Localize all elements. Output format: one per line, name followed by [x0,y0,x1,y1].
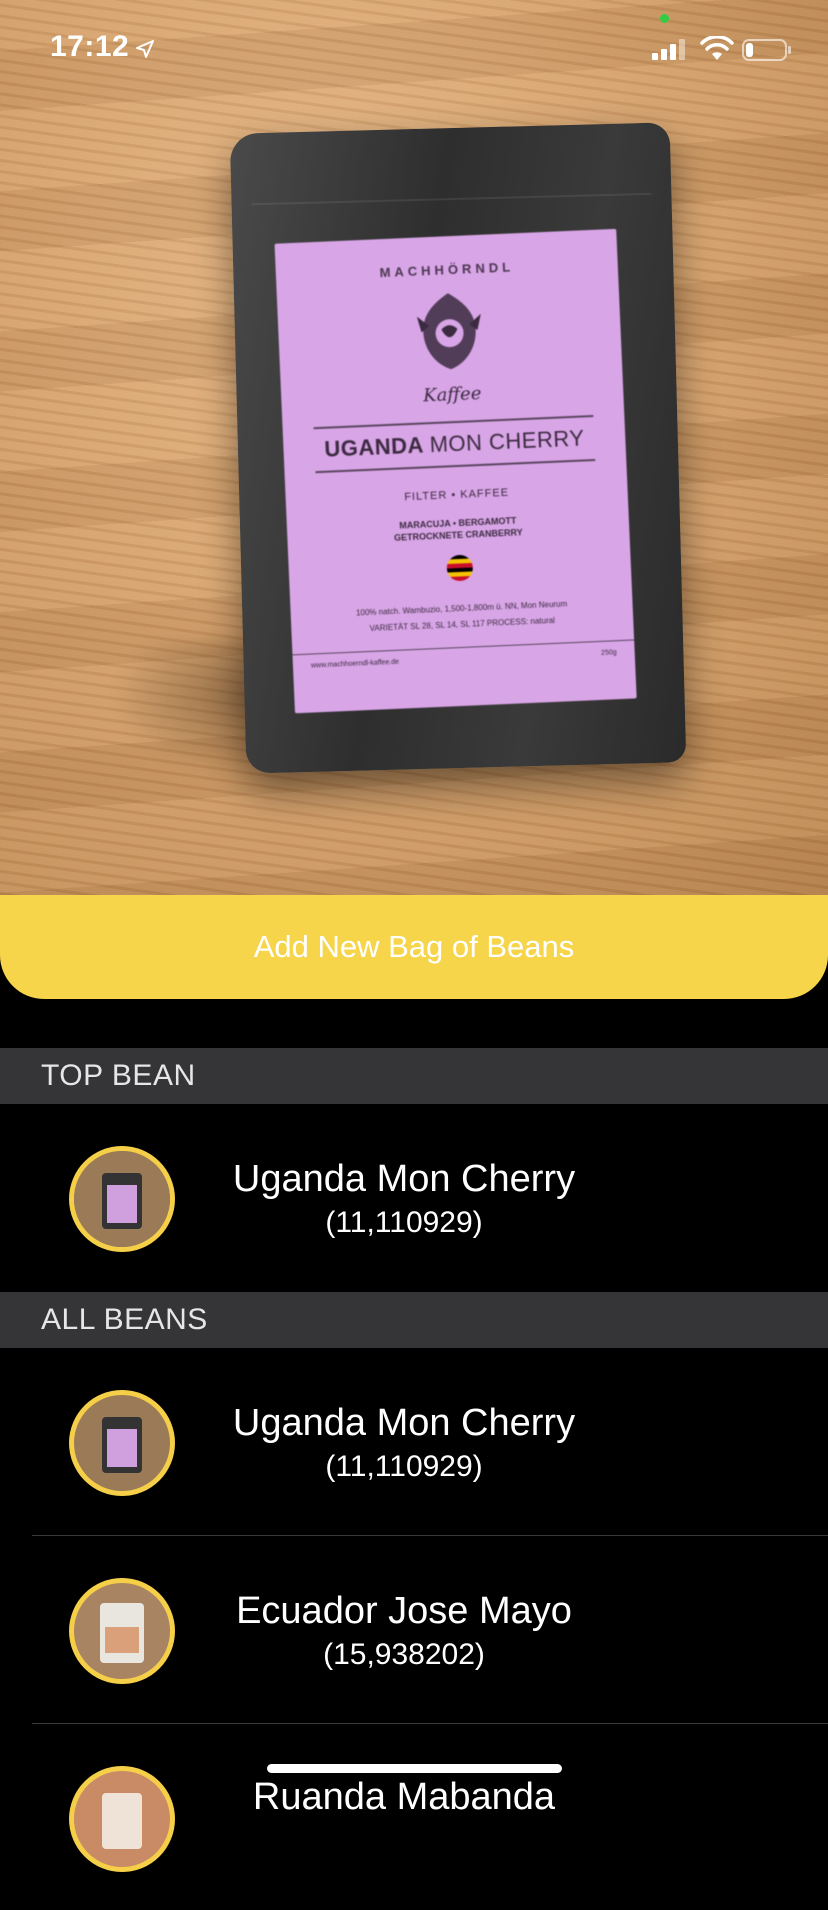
bean-thumbnail-photo [74,1771,170,1867]
label-brand: MACHHÖRNDL [379,259,515,281]
label-title-farm: MON CHERRY [429,425,585,458]
bean-score: (11,110929) [325,1450,483,1483]
coffee-bag-thumb-icon [74,1395,170,1491]
list-item[interactable]: Uganda Mon Cherry (11,110929) [0,1348,828,1534]
crest-logo-icon [416,293,481,370]
bean-thumbnail-photo [74,1151,170,1247]
label-footer: www.machhoerndl-kaffee.de 250g [292,639,635,671]
bean-thumbnail-photo [74,1583,170,1679]
bean-score: (15,938202) [323,1638,485,1671]
label-tasting-notes: MARACUJA • BERGAMOTT GETROCKNETE CRANBER… [287,510,630,549]
wifi-icon [700,36,734,60]
battery-icon [742,39,791,61]
list-item[interactable]: Uganda Mon Cherry (11,110929) [0,1104,828,1290]
home-indicator[interactable] [267,1764,562,1773]
label-title: UGANDA MON CHERRY [283,424,626,465]
label-title-origin: UGANDA [323,432,424,462]
bean-name: Uganda Mon Cherry [232,1158,576,1200]
bean-thumbnail-photo [74,1395,170,1491]
bean-name: Uganda Mon Cherry [232,1402,576,1444]
label-subtitle: FILTER • KAFFEE [404,486,510,504]
coffee-bag: MACHHÖRNDL Kaffee UGANDA MON CHERRY FILT… [229,122,687,774]
list-item[interactable]: Ruanda Mabanda [0,1724,828,1910]
status-bar: 17:12 [0,0,828,100]
location-arrow-icon [136,40,154,58]
bean-name: Ecuador Jose Mayo [236,1590,572,1632]
status-time: 17:12 [50,30,130,63]
coffee-bag-thumb-icon [74,1583,170,1679]
camera-in-use-indicator [660,14,669,23]
label-weight: 250g [600,649,617,657]
label-details: 100% natch. Wambuzio, 1,500-1,800m ü. NN… [290,593,633,640]
bean-photo: MACHHÖRNDL Kaffee UGANDA MON CHERRY FILT… [0,0,828,895]
section-header-top-bean: TOP BEAN [0,1048,828,1104]
bean-name: Ruanda Mabanda [252,1776,556,1818]
add-new-bag-button[interactable]: Add New Bag of Beans [0,895,828,999]
coffee-bag-thumb-icon [74,1151,170,1247]
coffee-bag-thumb-icon [74,1771,170,1867]
uganda-flag-icon [446,554,474,582]
cellular-signal-icon [652,39,685,60]
bean-score: (11,110929) [325,1206,483,1239]
list-item[interactable]: Ecuador Jose Mayo (15,938202) [0,1536,828,1722]
label-website: www.machhoerndl-kaffee.de [310,658,400,670]
bag-label: MACHHÖRNDL Kaffee UGANDA MON CHERRY FILT… [274,228,637,714]
bag-seam [251,192,652,206]
label-brand-script: Kaffee [422,382,482,407]
section-header-all-beans: ALL BEANS [0,1292,828,1348]
